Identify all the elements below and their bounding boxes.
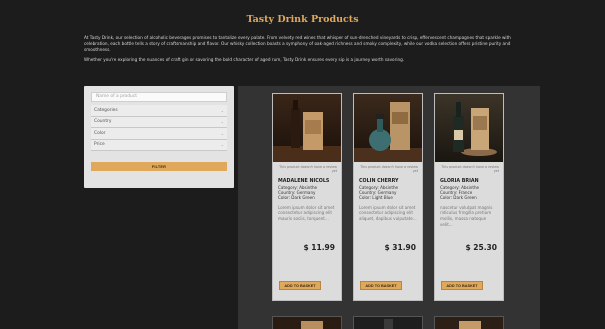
product-description: Lorem ipsum dolor sit amet consectetur a…: [359, 204, 417, 221]
color-select-label: Color: [94, 130, 106, 136]
color-select[interactable]: Color ⌄: [91, 128, 227, 140]
price-select-label: Price: [94, 142, 105, 148]
product-image[interactable]: [353, 316, 423, 329]
review-status: This product doesn't have a review yet: [279, 165, 337, 174]
product-price: $ 11.99: [303, 242, 335, 252]
categories-select-label: Categories: [94, 107, 118, 113]
product-price: $ 31.90: [384, 242, 416, 252]
categories-select[interactable]: Categories ⌄: [91, 105, 227, 117]
product-image[interactable]: [354, 94, 422, 162]
products-panel: This product doesn't have a review yet M…: [238, 86, 540, 329]
product-description: nascetur volutpat magnis ridiculus fring…: [440, 204, 493, 227]
page-title: Tasty Drink Products: [246, 14, 359, 25]
product-price: $ 25.30: [465, 242, 497, 252]
review-status: This product doesn't have a review yet: [441, 165, 499, 174]
product-card: This product doesn't have a review yet C…: [353, 93, 423, 301]
product-image[interactable]: [273, 94, 341, 162]
chevron-down-icon: ⌄: [220, 119, 224, 125]
product-image[interactable]: [272, 316, 342, 329]
chevron-down-icon: ⌄: [220, 107, 224, 113]
add-to-basket-button[interactable]: ADD TO BASKET: [279, 281, 321, 290]
page: Tasty Drink Products At Tasty Drink, our…: [0, 0, 605, 329]
review-status: This product doesn't have a review yet: [360, 165, 418, 174]
add-to-basket-button[interactable]: ADD TO BASKET: [360, 281, 402, 290]
country-select[interactable]: Country ⌄: [91, 116, 227, 128]
country-select-label: Country: [94, 119, 112, 125]
filter-panel: Name of a product Categories ⌄ Country ⌄…: [84, 86, 234, 188]
chevron-down-icon: ⌄: [220, 130, 224, 136]
filter-button[interactable]: FILTER: [91, 162, 227, 171]
intro-paragraph-2: Whether you're exploring the nuances of …: [84, 57, 405, 63]
price-select[interactable]: Price ⌄: [91, 139, 227, 151]
intro-paragraph-1: At Tasty Drink, our selection of alcohol…: [84, 35, 511, 53]
product-description: Lorem ipsum dolor sit amet consectetur a…: [278, 204, 335, 221]
add-to-basket-button[interactable]: ADD TO BASKET: [441, 281, 483, 290]
product-name[interactable]: MADALENE NICOLS: [273, 174, 341, 185]
product-name[interactable]: COLIN CHERRY: [354, 174, 422, 185]
product-name[interactable]: GLORIA BRIAN: [435, 174, 503, 185]
chevron-down-icon: ⌄: [220, 142, 224, 148]
product-card: This product doesn't have a review yet G…: [434, 93, 504, 301]
search-input[interactable]: Name of a product: [91, 92, 227, 102]
intro-text: At Tasty Drink, our selection of alcohol…: [84, 35, 524, 63]
product-image[interactable]: [434, 316, 504, 329]
product-card: This product doesn't have a review yet M…: [272, 93, 342, 301]
product-image[interactable]: [435, 94, 503, 162]
